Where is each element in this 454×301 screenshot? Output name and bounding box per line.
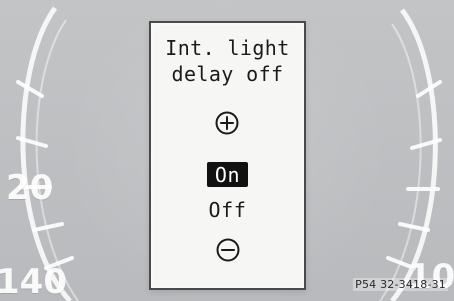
speed-label-140: 140 (0, 262, 67, 301)
left-tick (32, 222, 64, 232)
instrument-cluster-screen: 20 140 10 Int. light delay off On Off P5… (0, 0, 454, 301)
minus-circle-icon[interactable] (215, 237, 241, 263)
option-on-selected[interactable]: On (206, 162, 249, 187)
multifunction-display: Int. light delay off On Off (149, 21, 306, 290)
option-on[interactable]: On (151, 162, 304, 187)
setting-title: Int. light delay off (165, 36, 290, 86)
gauge-label-10: 10 (408, 257, 454, 297)
left-tick (16, 80, 44, 98)
plus-circle-icon[interactable] (214, 110, 240, 136)
speed-label-20: 20 (6, 168, 54, 208)
left-gauge-arc (20, 6, 72, 301)
image-credit: P54 32-3418-31 (353, 278, 448, 291)
option-off[interactable]: Off (151, 198, 304, 222)
